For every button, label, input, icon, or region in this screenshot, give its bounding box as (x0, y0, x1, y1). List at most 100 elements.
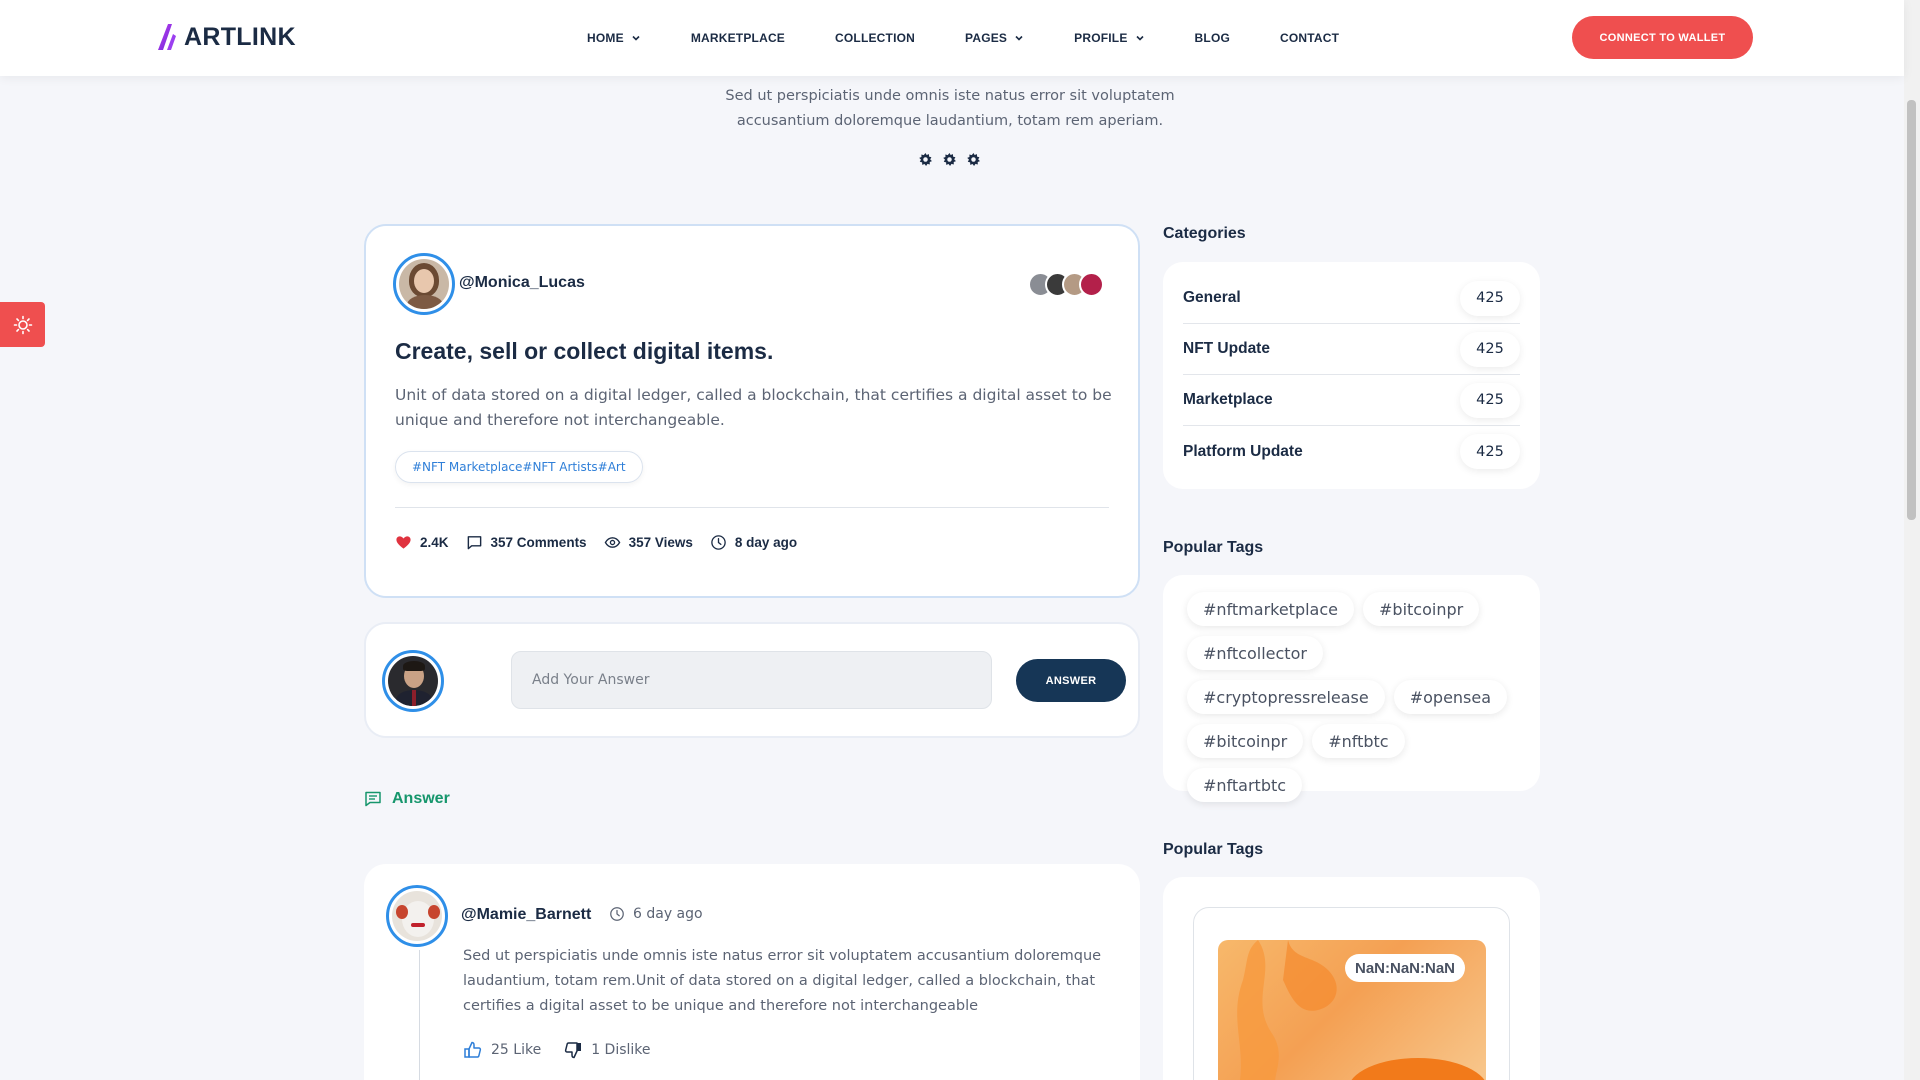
brand-name: ARTLINK (184, 22, 296, 51)
popular-tags-title: Popular Tags (1163, 539, 1264, 556)
avatar-photo (392, 891, 442, 941)
category-row[interactable]: NFT Update 425 (1183, 324, 1520, 375)
brand-logo[interactable]: ARTLINK (156, 22, 296, 52)
nav-contact-label: CONTACT (1280, 31, 1340, 45)
heart-icon (396, 536, 411, 549)
nav-blog-label: BLOG (1194, 31, 1231, 45)
tag-chip[interactable]: #cryptopressrelease (1187, 680, 1385, 714)
reply-author-username[interactable]: @Mamie_Barnett (461, 906, 591, 924)
time-stat: 8 day ago (710, 534, 797, 551)
post-author-avatar[interactable] (393, 253, 455, 315)
reply-time: 6 day ago (609, 906, 703, 922)
popular-tags-list: #nftmarketplace #bitcoinpr #nftcollector… (1187, 592, 1527, 802)
answers-heading: Answer (364, 790, 450, 808)
categories-title: Categories (1163, 225, 1246, 242)
nav-profile-label: PROFILE (1074, 31, 1128, 45)
category-name: Marketplace (1183, 391, 1273, 408)
category-name: NFT Update (1183, 340, 1270, 357)
nav-profile[interactable]: PROFILE (1074, 31, 1144, 45)
nav-collection[interactable]: COLLECTION (835, 31, 915, 45)
nav-home[interactable]: HOME (587, 31, 641, 45)
clock-icon (610, 907, 624, 921)
clock-icon (711, 535, 726, 550)
thumbs-down-icon (565, 1042, 582, 1059)
category-name: General (1183, 289, 1241, 306)
avatar-photo (399, 259, 449, 309)
main-nav: HOME MARKETPLACE COLLECTION PAGES PROFIL… (587, 0, 1389, 76)
scrollbar-thumb[interactable] (1907, 100, 1916, 520)
answers-heading-label: Answer (392, 790, 450, 807)
message-icon (365, 791, 381, 807)
chevron-down-icon (1015, 35, 1023, 41)
nav-collection-label: COLLECTION (835, 31, 916, 45)
tag-chip[interactable]: #nftmarketplace (1187, 592, 1354, 626)
tag-chip[interactable]: #nftartbtc (1187, 768, 1303, 802)
chevron-down-icon (1135, 35, 1144, 41)
nav-blog[interactable]: BLOG (1195, 31, 1230, 45)
participant-avatars[interactable] (1028, 272, 1104, 297)
dislike-count: 1 Dislike (591, 1042, 651, 1058)
category-count: 425 (1460, 434, 1520, 469)
tag-chip[interactable]: #bitcoinpr (1363, 592, 1480, 626)
post-author-username[interactable]: @Monica_Lucas (459, 274, 585, 292)
views-stat: 357 Views (604, 534, 693, 551)
category-count: 425 (1460, 331, 1520, 367)
post-title: Create, sell or collect digital items. (395, 338, 774, 364)
comment-icon (467, 536, 481, 550)
post-description: Unit of data stored on a digital ledger,… (395, 386, 1112, 429)
avatar-photo (388, 656, 438, 706)
divider (395, 507, 1109, 508)
reply-time-label: 6 day ago (633, 906, 703, 922)
category-count: 425 (1460, 382, 1520, 418)
artlink-logo-icon (158, 24, 176, 50)
nav-contact[interactable]: CONTACT (1280, 31, 1339, 45)
comments-stat[interactable]: 357 Comments (466, 534, 587, 551)
theme-toggle-button[interactable] (0, 302, 45, 347)
eye-icon (604, 537, 620, 548)
tag-chip[interactable]: #nftcollector (1187, 636, 1323, 670)
likes-count: 2.4K (420, 535, 449, 550)
like-button[interactable]: 25 Like (463, 1040, 541, 1060)
comments-count: 357 Comments (490, 535, 587, 550)
dislike-button[interactable]: 1 Dislike (563, 1040, 651, 1060)
category-count: 425 (1460, 280, 1520, 316)
like-count: 25 Like (491, 1042, 542, 1058)
popular-tags-title-2: Popular Tags (1163, 841, 1264, 858)
category-row[interactable]: Platform Update 425 (1183, 426, 1520, 477)
post-tags[interactable]: #NFT Marketplace#NFT Artists#Art (395, 451, 643, 483)
answer-input[interactable] (511, 651, 992, 709)
participant-avatar (1079, 272, 1104, 297)
answer-submit-button[interactable]: ANSWER (1016, 659, 1126, 702)
views-count: 357 Views (628, 535, 693, 550)
thread-line (419, 950, 420, 1080)
reply-author-avatar[interactable] (386, 885, 448, 947)
nav-marketplace[interactable]: MARKETPLACE (691, 31, 785, 45)
gear-icon (943, 152, 956, 166)
reply-text: Sed ut perspiciatis unde omnis iste natu… (463, 948, 1102, 1014)
nav-pages-label: PAGES (965, 31, 1008, 45)
thumbs-up-icon (464, 1041, 482, 1058)
current-user-avatar[interactable] (382, 650, 444, 712)
gear-icon (919, 152, 932, 166)
post-stats: 2.4K 357 Comments 357 Views 8 day ago (395, 534, 814, 551)
tag-chip[interactable]: #opensea (1393, 680, 1508, 714)
site-header: ARTLINK HOME MARKETPLACE COLLECTION PAGE… (0, 0, 1904, 76)
category-row[interactable]: General 425 (1183, 273, 1520, 324)
post-time: 8 day ago (734, 535, 798, 550)
connect-wallet-button[interactable]: CONNECT TO WALLET (1572, 16, 1753, 59)
nav-marketplace-label: MARKETPLACE (690, 31, 786, 45)
nav-home-label: HOME (587, 31, 624, 45)
likes-stat[interactable]: 2.4K (395, 534, 449, 551)
nav-pages[interactable]: PAGES (965, 31, 1024, 45)
tag-chip[interactable]: #nftbtc (1312, 724, 1405, 758)
decorative-gears (918, 152, 981, 167)
category-row[interactable]: Marketplace 425 (1183, 375, 1520, 426)
category-name: Platform Update (1183, 442, 1303, 460)
sun-icon (13, 315, 32, 334)
chevron-down-icon (632, 35, 640, 41)
intro-text: Sed ut perspiciatis unde omnis iste natu… (725, 88, 1175, 129)
tag-chip[interactable]: #bitcoinpr (1187, 724, 1304, 758)
reply-reactions: 25 Like 1 Dislike (463, 1040, 673, 1060)
gear-icon (967, 152, 980, 166)
auction-timer: NaN:NaN:NaN (1345, 954, 1466, 982)
